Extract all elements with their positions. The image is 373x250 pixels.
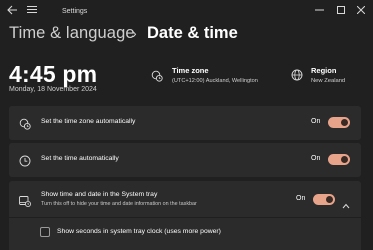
current-time: 4:45 pm (9, 61, 98, 87)
page-title: Date & time (147, 24, 238, 42)
chevron-up-icon[interactable] (342, 196, 350, 214)
globe-icon (291, 68, 303, 86)
minimize-button[interactable] (311, 3, 327, 17)
setting-description: Turn this off to hide your time and date… (41, 201, 197, 207)
show-seconds-checkbox[interactable] (40, 227, 50, 237)
window-title: Settings (62, 8, 88, 15)
show-seconds-label: Show seconds in system tray clock (uses … (57, 228, 221, 235)
time-auto-toggle[interactable] (328, 154, 350, 165)
breadcrumb-separator: › (132, 25, 137, 41)
timezone-globe-clock-icon (151, 69, 163, 87)
setting-label: Show time and date in the System tray (41, 191, 158, 198)
setting-timezone-auto: Set the time zone automatically On (9, 106, 361, 140)
system-tray-toggle[interactable] (313, 194, 335, 205)
back-arrow-icon[interactable] (7, 5, 18, 18)
toggle-state: On (311, 155, 321, 162)
clock-icon (19, 154, 31, 172)
region-label: Region (311, 66, 337, 75)
maximize-button[interactable] (333, 3, 349, 17)
region-value: New Zealand (311, 78, 346, 84)
current-date: Monday, 18 November 2024 (9, 86, 97, 93)
setting-time-auto: Set the time automatically On (9, 143, 361, 177)
title-bar: Settings (0, 0, 373, 26)
timezone-auto-icon (19, 117, 31, 135)
setting-system-tray: Show time and date in the System tray Tu… (9, 181, 361, 250)
timezone-value: (UTC+12:00) Auckland, Wellington (172, 78, 258, 84)
system-tray-icon (19, 194, 31, 212)
toggle-state: On (311, 118, 321, 125)
hamburger-icon[interactable] (27, 5, 37, 17)
divider (9, 217, 361, 218)
breadcrumb-parent[interactable]: Time & language (9, 24, 135, 43)
setting-label: Set the time zone automatically (41, 118, 136, 125)
setting-label: Set the time automatically (41, 155, 119, 162)
timezone-label: Time zone (172, 66, 209, 75)
toggle-state: On (296, 195, 306, 202)
timezone-auto-toggle[interactable] (328, 117, 350, 128)
close-button[interactable] (353, 3, 369, 17)
